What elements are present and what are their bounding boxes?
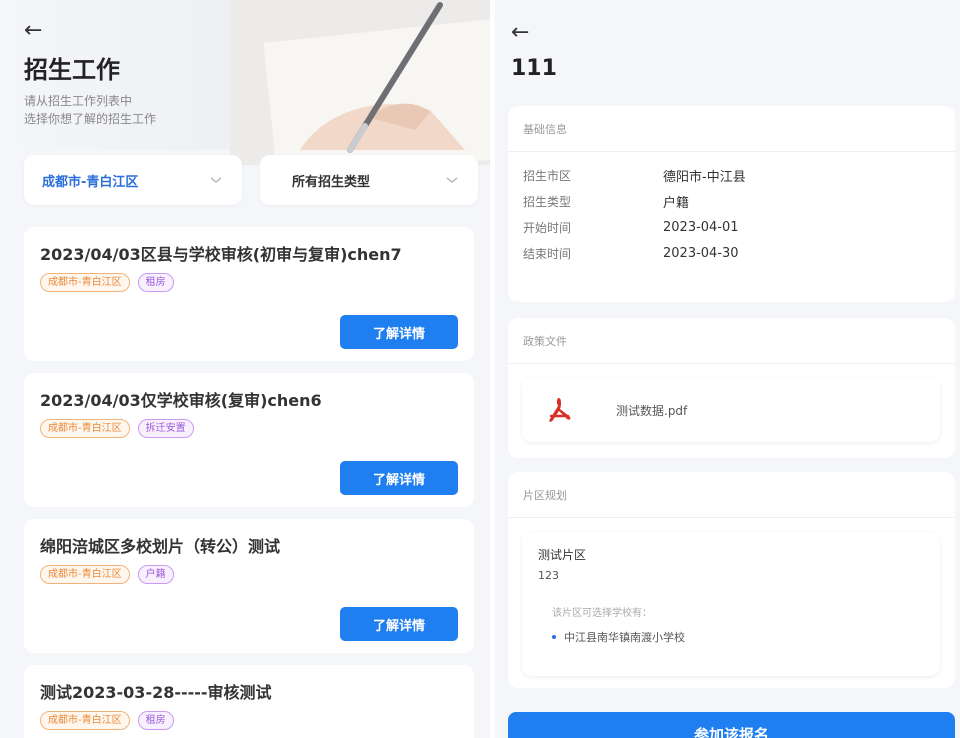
file-name: 测试数据.pdf	[616, 403, 688, 418]
district-tag: 成都市-青白江区	[40, 565, 130, 584]
page-subtitle-line2: 选择你想了解的招生工作	[24, 112, 157, 126]
basic-info-heading: 基础信息	[508, 106, 955, 152]
zone-code: 123	[538, 569, 559, 582]
enrollment-card: 绵阳涪城区多校划片（转公）测试 成都市-青白江区 户籍 了解详情	[24, 519, 474, 653]
policy-heading: 政策文件	[508, 318, 955, 364]
card-tags: 成都市-青白江区 租房	[40, 273, 458, 292]
card-title: 测试2023-03-28-----审核测试	[40, 683, 272, 702]
type-tag: 租房	[137, 273, 174, 292]
view-details-button[interactable]: 了解详情	[340, 607, 458, 641]
info-value: 德阳市-中江县	[663, 169, 746, 185]
chevron-down-icon	[210, 177, 222, 183]
type-filter-dropdown[interactable]: 所有招生类型	[260, 155, 478, 205]
zone-heading: 片区规划	[508, 472, 955, 518]
district-tag: 成都市-青白江区	[40, 419, 130, 438]
info-value: 2023-04-30	[663, 245, 739, 261]
info-row-district: 招生市区 德阳市-中江县	[508, 162, 955, 188]
info-row-type: 招生类型 户籍	[508, 188, 955, 214]
detail-page: ← 111 基础信息 招生市区 德阳市-中江县 招生类型 户籍 开始时间 202…	[495, 0, 960, 738]
card-title: 绵阳涪城区多校划片（转公）测试	[40, 537, 281, 556]
writing-hand-illustration	[230, 0, 490, 165]
zone-card: 测试片区 123 该片区可选择学校有： 中江县南华镇南渡小学校	[522, 532, 940, 676]
info-row-start: 开始时间 2023-04-01	[508, 214, 955, 240]
policy-section: 政策文件 测试数据.pdf	[508, 318, 955, 458]
zone-schools-hint: 该片区可选择学校有：	[552, 608, 652, 619]
zone-school-item: 中江县南华镇南渡小学校	[538, 629, 924, 645]
district-filter-value: 成都市-青白江区	[42, 174, 139, 190]
info-row-end: 结束时间 2023-04-30	[508, 240, 955, 266]
back-arrow-icon[interactable]: ←	[24, 20, 42, 42]
join-enrollment-button[interactable]: 参加该报名	[508, 712, 955, 738]
card-tags: 成都市-青白江区 户籍	[40, 565, 458, 584]
pdf-icon	[549, 398, 571, 422]
district-tag: 成都市-青白江区	[40, 711, 130, 730]
page-title: 招生工作	[24, 56, 120, 84]
enrollment-card: 2023/04/03仅学校审核(复审)chen6 成都市-青白江区 拆迁安置 了…	[24, 373, 474, 507]
view-details-button[interactable]: 了解详情	[340, 461, 458, 495]
zone-name: 测试片区	[538, 548, 587, 562]
detail-title: 111	[511, 56, 557, 81]
district-tag: 成都市-青白江区	[40, 273, 130, 292]
district-filter-dropdown[interactable]: 成都市-青白江区	[24, 155, 242, 205]
page-subtitle-line1: 请从招生工作列表中	[24, 94, 133, 108]
school-name: 中江县南华镇南渡小学校	[564, 631, 685, 644]
card-tags: 成都市-青白江区 租房	[40, 711, 458, 730]
list-page: ← 招生工作 请从招生工作列表中 选择你想了解的招生工作 成都市-青白江区 所有…	[0, 0, 490, 738]
type-tag: 拆迁安置	[137, 419, 194, 438]
info-key: 开始时间	[523, 220, 572, 235]
card-tags: 成都市-青白江区 拆迁安置	[40, 419, 458, 438]
info-key: 招生市区	[523, 168, 572, 183]
basic-info-rows: 招生市区 德阳市-中江县 招生类型 户籍 开始时间 2023-04-01 结束时…	[508, 152, 955, 266]
card-title: 2023/04/03仅学校审核(复审)chen6	[40, 391, 322, 410]
policy-file[interactable]: 测试数据.pdf	[522, 378, 940, 442]
card-title: 2023/04/03区县与学校审核(初审与复审)chen7	[40, 245, 402, 264]
type-tag: 户籍	[137, 565, 174, 584]
back-arrow-icon[interactable]: ←	[511, 22, 529, 44]
info-key: 招生类型	[523, 194, 572, 209]
type-filter-value: 所有招生类型	[292, 174, 371, 190]
enrollment-card: 测试2023-03-28-----审核测试 成都市-青白江区 租房	[24, 665, 474, 738]
enrollment-card: 2023/04/03区县与学校审核(初审与复审)chen7 成都市-青白江区 租…	[24, 227, 474, 361]
chevron-down-icon	[446, 177, 458, 183]
zone-section: 片区规划 测试片区 123 该片区可选择学校有： 中江县南华镇南渡小学校	[508, 472, 955, 688]
info-value: 户籍	[663, 195, 690, 211]
info-key: 结束时间	[523, 246, 572, 261]
bullet-dot-icon	[552, 635, 556, 639]
basic-info-section: 基础信息 招生市区 德阳市-中江县 招生类型 户籍 开始时间 2023-04-0…	[508, 106, 955, 302]
view-details-button[interactable]: 了解详情	[340, 315, 458, 349]
type-tag: 租房	[137, 711, 174, 730]
info-value: 2023-04-01	[663, 219, 739, 235]
